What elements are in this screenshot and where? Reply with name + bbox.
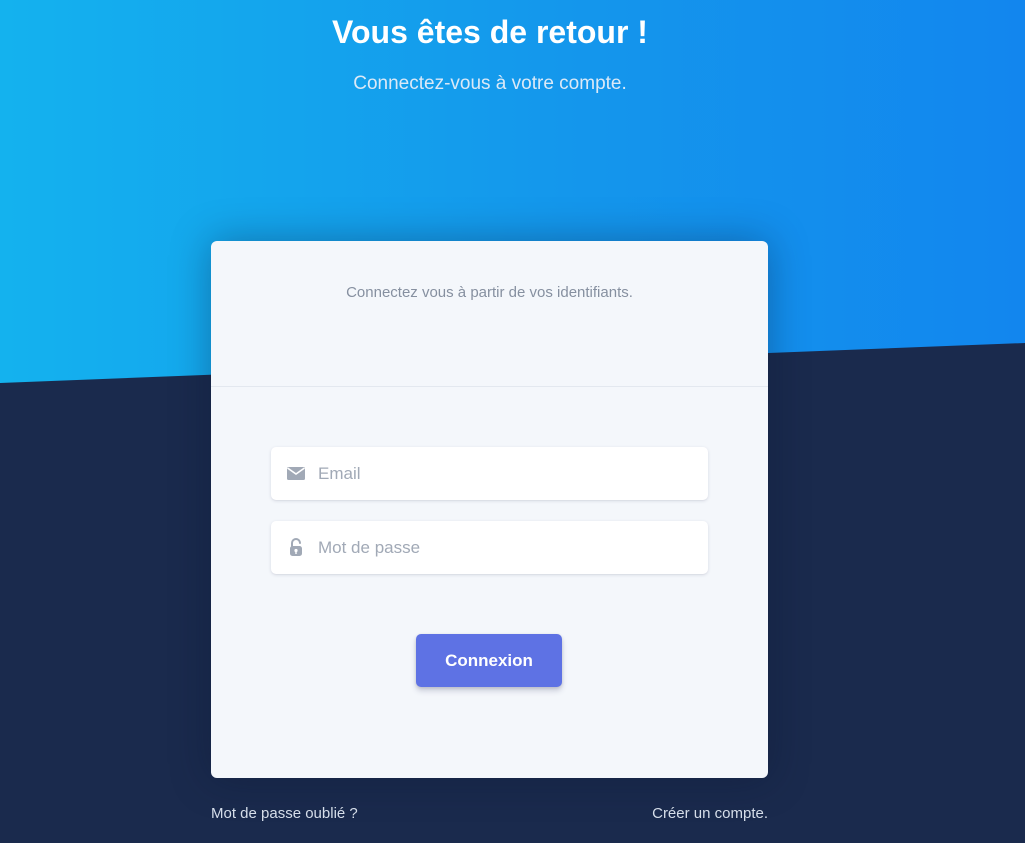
login-instructions: Connectez vous à partir de vos identifia…: [346, 284, 633, 301]
page-subtitle: Connectez-vous à votre compte.: [353, 73, 627, 94]
password-field[interactable]: [271, 521, 708, 574]
email-field[interactable]: [271, 447, 708, 500]
login-button[interactable]: Connexion: [416, 634, 562, 687]
create-account-link[interactable]: Créer un compte.: [652, 804, 768, 824]
envelope-icon: [286, 463, 306, 483]
forgot-password-link[interactable]: Mot de passe oublié ?: [211, 804, 358, 824]
login-card: Connectez vous à partir de vos identifia…: [211, 241, 768, 778]
page-title: Vous êtes de retour !: [332, 14, 648, 50]
login-card-header: Connectez vous à partir de vos identifia…: [211, 241, 768, 387]
lock-icon: [286, 537, 306, 557]
password-input[interactable]: [318, 521, 698, 574]
email-input[interactable]: [318, 447, 698, 500]
